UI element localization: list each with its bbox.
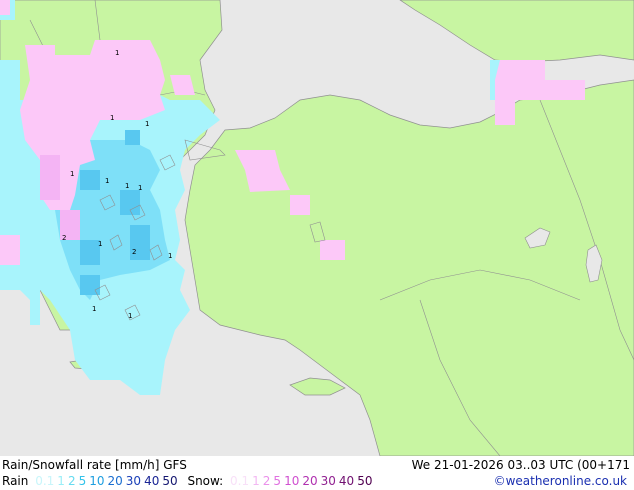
rain-legend-value: 40 (144, 474, 160, 488)
map-label: 1 (128, 312, 132, 320)
snow-legend-value: 20 (302, 474, 318, 488)
legend-row: Rain 0.1 1 2 5 10 20 30 40 50 Snow: 0.1 1 2 5 10 20 30… (2, 474, 632, 488)
snow-legend-values: 0.1 1 2 5 10 20 30 40 50 (230, 474, 375, 488)
rain-legend-value: 5 (78, 474, 87, 488)
map-label: 1 (115, 49, 119, 57)
rain-legend-value: 20 (107, 474, 123, 488)
snow-legend-value: 10 (284, 474, 300, 488)
snow-legend-value: 50 (357, 474, 373, 488)
rain-legend-value: 10 (89, 474, 105, 488)
rain-legend-value: 0.1 (35, 474, 55, 488)
map-label: 1 (138, 184, 142, 192)
forecast-datetime: We 21-01-2026 03..03 UTC (00+171 (411, 458, 630, 472)
map-footer: Rain/Snowfall rate [mm/h] GFS We 21-01-2… (0, 456, 634, 490)
snow-legend-value: 2 (262, 474, 271, 488)
rain-legend-values: 0.1 1 2 5 10 20 30 40 50 (35, 474, 180, 488)
credit-link[interactable]: ©weatheronline.co.uk (494, 474, 627, 488)
snow-legend-value: 5 (273, 474, 282, 488)
rain-legend-value: 2 (67, 474, 76, 488)
map-label: 1 (168, 252, 172, 260)
map-label: 1 (92, 305, 96, 313)
map-label: 1 (145, 120, 149, 128)
snow-legend-value: 0.1 (230, 474, 250, 488)
rain-legend-value: 1 (57, 474, 65, 488)
map-label: 2 (132, 248, 136, 256)
snow-legend-value: 30 (320, 474, 336, 488)
map-title: Rain/Snowfall rate [mm/h] GFS (2, 458, 187, 472)
map-label: 1 (98, 240, 102, 248)
rain-legend-value: 50 (162, 474, 178, 488)
map-label: 2 (62, 234, 66, 242)
title-row: Rain/Snowfall rate [mm/h] GFS We 21-01-2… (2, 458, 632, 472)
snow-legend-value: 40 (338, 474, 355, 488)
rain-legend-label: Rain (2, 474, 29, 488)
snow-legend-value: 1 (252, 474, 260, 488)
map-label: 1 (105, 177, 109, 185)
map-label: 1 (125, 182, 129, 190)
map-label: 1 (70, 170, 74, 178)
precipitation-map: 1 1 1 1 1 1 1 2 1 2 1 1 1 (0, 0, 634, 456)
map-label: 1 (110, 114, 114, 122)
rain-legend-value: 30 (125, 474, 142, 488)
snow-legend-label: Snow: (187, 474, 224, 488)
